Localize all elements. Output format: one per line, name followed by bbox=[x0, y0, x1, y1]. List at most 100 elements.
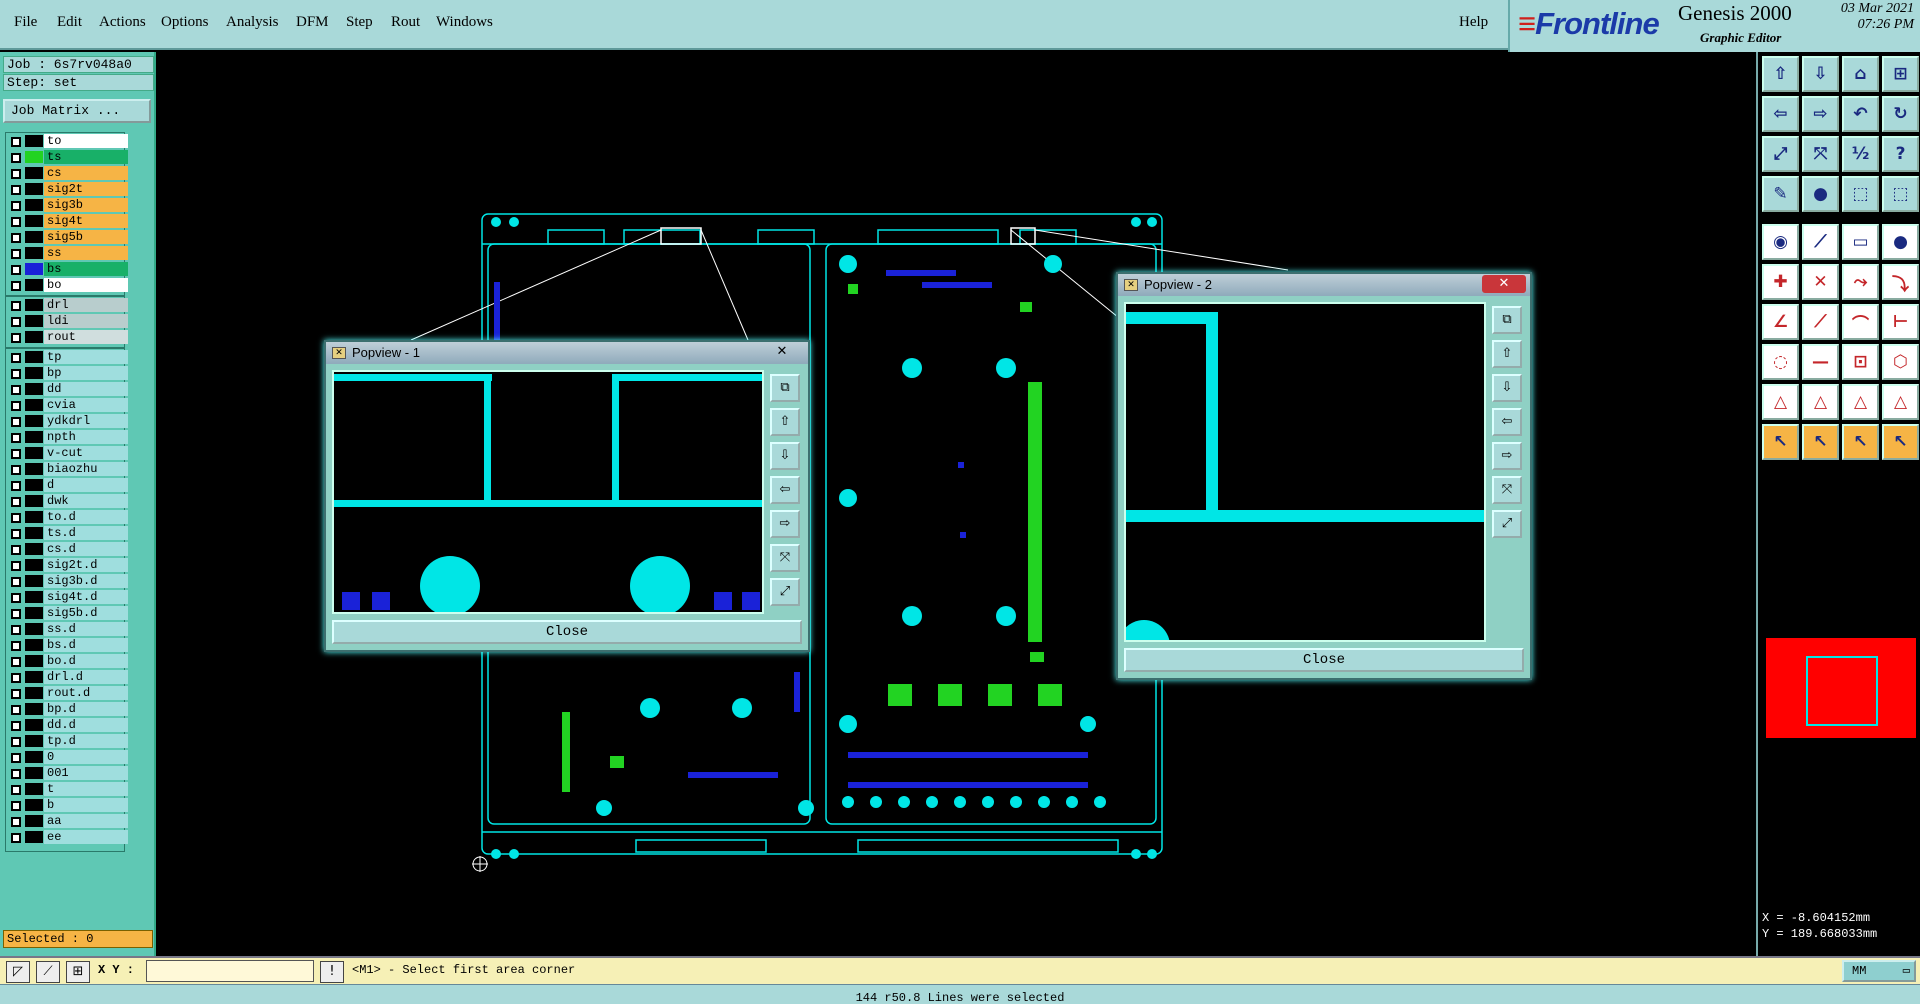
help-icon[interactable]: ? bbox=[1882, 136, 1919, 172]
layer-visibility-checkbox[interactable] bbox=[11, 721, 21, 731]
menu-actions[interactable]: Actions bbox=[99, 14, 146, 31]
zoom-in-icon[interactable]: ⤢ bbox=[1762, 136, 1799, 172]
layer-row[interactable]: cs.d bbox=[6, 541, 128, 557]
pan-right-icon[interactable]: ⇨ bbox=[1802, 96, 1839, 132]
layer-color-swatch[interactable] bbox=[25, 575, 43, 587]
diagonal-icon[interactable]: ⟋ bbox=[1802, 304, 1839, 340]
layer-color-swatch[interactable] bbox=[25, 299, 43, 311]
menu-step[interactable]: Step bbox=[346, 14, 373, 31]
layer-name[interactable]: bo bbox=[44, 278, 128, 292]
layer-name[interactable]: ss bbox=[44, 246, 128, 260]
layer-name[interactable]: ss.d bbox=[44, 622, 128, 636]
layer-color-swatch[interactable] bbox=[25, 703, 43, 715]
layer-name[interactable]: to bbox=[44, 134, 128, 148]
layer-row[interactable]: sig5b.d bbox=[6, 605, 128, 621]
zoom-out-icon[interactable]: ⤧ bbox=[1802, 136, 1839, 172]
layer-color-swatch[interactable] bbox=[25, 751, 43, 763]
layer-name[interactable]: tp.d bbox=[44, 734, 128, 748]
layer-row[interactable]: npth bbox=[6, 429, 128, 445]
layer-name[interactable]: dd bbox=[44, 382, 128, 396]
layer-row[interactable]: sig3b bbox=[6, 197, 128, 213]
layer-color-swatch[interactable] bbox=[25, 215, 43, 227]
layer-color-swatch[interactable] bbox=[25, 559, 43, 571]
layer-color-swatch[interactable] bbox=[25, 527, 43, 539]
layer-name[interactable]: cs bbox=[44, 166, 128, 180]
layer-color-swatch[interactable] bbox=[25, 247, 43, 259]
layer-name[interactable]: cvia bbox=[44, 398, 128, 412]
box-icon[interactable]: ⊡ bbox=[1842, 344, 1879, 380]
layer-color-swatch[interactable] bbox=[25, 719, 43, 731]
layer-row[interactable]: drl bbox=[6, 297, 128, 313]
snap-icon[interactable]: ⤵ bbox=[1882, 264, 1919, 300]
menu-file[interactable]: File bbox=[14, 14, 37, 31]
layer-visibility-checkbox[interactable] bbox=[11, 301, 21, 311]
triangle3-icon[interactable]: △ bbox=[1842, 384, 1879, 420]
popview-zoom-toggle-icon[interactable]: ⧉ bbox=[1492, 306, 1522, 334]
popview-pan-right-icon[interactable]: ⇨ bbox=[1492, 442, 1522, 470]
layer-row[interactable]: bp.d bbox=[6, 701, 128, 717]
layer-color-swatch[interactable] bbox=[25, 783, 43, 795]
layer-color-swatch[interactable] bbox=[25, 199, 43, 211]
layers-blue-icon[interactable]: ⬚ bbox=[1882, 176, 1919, 212]
layer-visibility-checkbox[interactable] bbox=[11, 561, 21, 571]
layer-visibility-checkbox[interactable] bbox=[11, 625, 21, 635]
layer-name[interactable]: sig3b.d bbox=[44, 574, 128, 588]
pointer3-icon[interactable]: ↖ bbox=[1842, 424, 1879, 460]
layer-color-swatch[interactable] bbox=[25, 351, 43, 363]
layer-visibility-checkbox[interactable] bbox=[11, 169, 21, 179]
layer-visibility-checkbox[interactable] bbox=[11, 233, 21, 243]
layer-name[interactable]: bo.d bbox=[44, 654, 128, 668]
layer-name[interactable]: aa bbox=[44, 814, 128, 828]
popview-zoom-in-icon[interactable]: ⤧ bbox=[1492, 476, 1522, 504]
layer-visibility-checkbox[interactable] bbox=[11, 753, 21, 763]
layer-visibility-checkbox[interactable] bbox=[11, 265, 21, 275]
layer-name[interactable]: drl.d bbox=[44, 670, 128, 684]
text-icon[interactable]: ▭ bbox=[1842, 224, 1879, 260]
layer-visibility-checkbox[interactable] bbox=[11, 833, 21, 843]
layer-name[interactable]: v-cut bbox=[44, 446, 128, 460]
popview-zoom-in-icon[interactable]: ⤧ bbox=[770, 544, 800, 572]
close-icon[interactable]: ✕ bbox=[1482, 275, 1526, 293]
layer-name[interactable]: ts bbox=[44, 150, 128, 164]
alert-icon[interactable]: ! bbox=[320, 961, 344, 983]
layer-row[interactable]: 0 bbox=[6, 749, 128, 765]
layer-color-swatch[interactable] bbox=[25, 511, 43, 523]
layer-visibility-checkbox[interactable] bbox=[11, 705, 21, 715]
pointer2-icon[interactable]: ↖ bbox=[1802, 424, 1839, 460]
layer-color-swatch[interactable] bbox=[25, 447, 43, 459]
layer-row[interactable]: biaozhu bbox=[6, 461, 128, 477]
units-select[interactable]: MM ▭ bbox=[1842, 960, 1916, 982]
layer-row[interactable]: ldi bbox=[6, 313, 128, 329]
snap-mode-icon[interactable]: ◸ bbox=[6, 961, 30, 983]
layer-visibility-checkbox[interactable] bbox=[11, 249, 21, 259]
pointer4-icon[interactable]: ↖ bbox=[1882, 424, 1919, 460]
layer-row[interactable]: to.d bbox=[6, 509, 128, 525]
overview-map[interactable] bbox=[1766, 638, 1916, 738]
layer-color-swatch[interactable] bbox=[25, 831, 43, 843]
layer-row[interactable]: cvia bbox=[6, 397, 128, 413]
layer-name[interactable]: rout bbox=[44, 330, 128, 344]
zoom-fit-icon[interactable]: ⇩ bbox=[1802, 56, 1839, 92]
layer-name[interactable]: t bbox=[44, 782, 128, 796]
layer-color-swatch[interactable] bbox=[25, 543, 43, 555]
popview-pan-up-icon[interactable]: ⇧ bbox=[1492, 340, 1522, 368]
edge-icon[interactable]: ⊢ bbox=[1882, 304, 1919, 340]
line-red-icon[interactable]: ⟋ bbox=[1802, 224, 1839, 260]
layer-visibility-checkbox[interactable] bbox=[11, 449, 21, 459]
popview-pan-down-icon[interactable]: ⇩ bbox=[1492, 374, 1522, 402]
layer-visibility-checkbox[interactable] bbox=[11, 641, 21, 651]
menu-rout[interactable]: Rout bbox=[391, 14, 420, 31]
layer-row[interactable]: dwk bbox=[6, 493, 128, 509]
layer-row[interactable]: ss bbox=[6, 245, 128, 261]
layer-color-swatch[interactable] bbox=[25, 687, 43, 699]
layer-visibility-checkbox[interactable] bbox=[11, 137, 21, 147]
layer-row[interactable]: to bbox=[6, 133, 128, 149]
popview-1-canvas[interactable] bbox=[332, 370, 764, 616]
layer-visibility-checkbox[interactable] bbox=[11, 593, 21, 603]
layer-color-swatch[interactable] bbox=[25, 767, 43, 779]
layer-name[interactable]: to.d bbox=[44, 510, 128, 524]
layer-visibility-checkbox[interactable] bbox=[11, 201, 21, 211]
layer-name[interactable]: bs bbox=[44, 262, 128, 276]
layer-visibility-checkbox[interactable] bbox=[11, 417, 21, 427]
layer-name[interactable]: 0 bbox=[44, 750, 128, 764]
